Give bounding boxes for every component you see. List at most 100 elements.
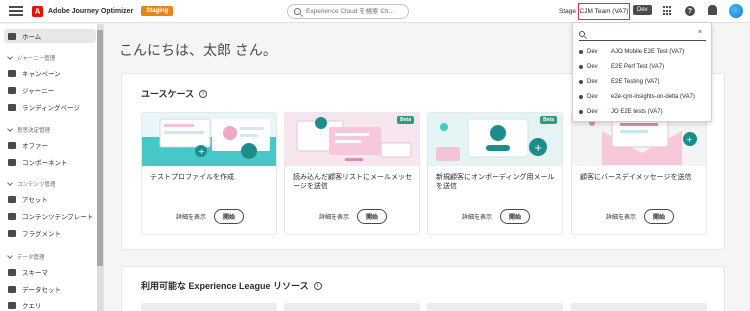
template-icon bbox=[8, 212, 16, 220]
sidebar-item-landing-pages[interactable]: ランディングページ bbox=[4, 100, 96, 114]
menu-icon[interactable] bbox=[9, 6, 23, 16]
avatar[interactable] bbox=[729, 4, 743, 18]
view-details-button[interactable]: 詳細を表示 bbox=[606, 212, 636, 221]
bell-icon[interactable] bbox=[708, 5, 717, 15]
beta-badge: Beta bbox=[540, 116, 557, 124]
resources-panel: 利用可能な Experience League リソース i bbox=[121, 266, 725, 311]
sidebar-item-label: キャンペーン bbox=[22, 71, 61, 78]
app-name[interactable]: Adobe Journey Optimizer bbox=[48, 8, 133, 15]
resource-thumbnail[interactable] bbox=[571, 303, 707, 311]
option-env: Dev bbox=[587, 63, 598, 70]
card-actions: 詳細を表示 開始 bbox=[572, 209, 706, 224]
bullet-icon bbox=[579, 109, 583, 114]
sidebar-item-components[interactable]: コンポーネント bbox=[4, 155, 96, 169]
option-env: Dev bbox=[587, 108, 598, 115]
sidebar-item-schemas[interactable]: スキーマ bbox=[4, 265, 96, 279]
sidebar-item-label: データセット bbox=[22, 287, 61, 294]
start-button[interactable]: 開始 bbox=[357, 209, 388, 224]
sidebar-section-content[interactable]: コンテンツ管理 bbox=[7, 180, 56, 188]
clear-icon[interactable]: × bbox=[698, 29, 702, 36]
query-icon bbox=[8, 301, 16, 309]
sidebar-section-decisioning[interactable]: 意思決定管理 bbox=[7, 126, 50, 134]
org-option[interactable]: Dev e2e-cjm-insights-on-delta (VA7) bbox=[579, 90, 707, 103]
usecase-card[interactable]: + Beta 新規顧客にオンボーディング用メールを送信 詳細を表示 開始 bbox=[427, 112, 563, 235]
help-icon[interactable]: ? bbox=[685, 6, 695, 16]
sidebar-item-home[interactable]: ホーム bbox=[4, 29, 96, 43]
org-option[interactable]: Dev JO E2E tests (VA7) bbox=[579, 105, 707, 118]
usecase-card[interactable]: Beta 読み込んだ顧客リストにメールメッセージを送信 詳細を表示 開始 bbox=[284, 112, 420, 235]
sandbox-badge[interactable]: Dev bbox=[633, 5, 652, 15]
org-option[interactable]: Dev E2E Perf Test (VA7) bbox=[579, 60, 707, 73]
org-search-field[interactable]: × bbox=[579, 28, 706, 41]
usecase-card[interactable]: + テストプロファイルを作成 詳細を表示 開始 bbox=[141, 112, 277, 235]
search-icon bbox=[294, 8, 301, 15]
chevron-down-icon bbox=[7, 253, 13, 259]
apps-grid-icon[interactable] bbox=[663, 6, 673, 16]
bullet-icon bbox=[579, 79, 583, 84]
svg-text:+: + bbox=[198, 147, 205, 156]
org-switcher[interactable]: CJM Team (VA7) bbox=[578, 3, 630, 20]
option-name: E2E Perf Test (VA7) bbox=[611, 63, 665, 70]
start-button[interactable]: 開始 bbox=[500, 209, 531, 224]
panel-title-text: ユースケース bbox=[141, 89, 195, 99]
search-input[interactable] bbox=[306, 8, 406, 15]
scrollbar-thumb[interactable] bbox=[97, 30, 103, 266]
org-option[interactable]: Dev E2E Testing (VA7) bbox=[579, 75, 707, 88]
sidebar-item-fragments[interactable]: フラグメント bbox=[4, 226, 96, 240]
view-details-button[interactable]: 詳細を表示 bbox=[462, 212, 492, 221]
schema-icon bbox=[8, 268, 16, 276]
resource-thumbnail[interactable] bbox=[427, 303, 563, 311]
sidebar-item-datasets[interactable]: データセット bbox=[4, 282, 96, 296]
sidebar-section-journey[interactable]: ジャーニー管理 bbox=[7, 54, 56, 62]
section-label: ジャーニー管理 bbox=[17, 56, 56, 62]
sidebar-item-label: ランディングページ bbox=[22, 105, 80, 112]
sidebar-item-label: クエリ bbox=[22, 303, 42, 310]
card-title: テストプロファイルを作成 bbox=[150, 174, 234, 181]
global-search[interactable] bbox=[287, 4, 409, 19]
chevron-down-icon bbox=[7, 126, 13, 132]
sidebar-scrollbar[interactable] bbox=[97, 24, 103, 311]
sidebar-item-campaigns[interactable]: キャンペーン bbox=[4, 66, 96, 80]
card-illustration: + bbox=[142, 113, 276, 166]
view-details-button[interactable]: 詳細を表示 bbox=[319, 212, 349, 221]
sidebar-item-label: ジャーニー bbox=[22, 88, 55, 95]
sidebar-item-journeys[interactable]: ジャーニー bbox=[4, 83, 96, 97]
sidebar-section-data[interactable]: データ管理 bbox=[7, 253, 45, 261]
bullet-icon bbox=[579, 49, 583, 54]
sidebar-item-label: オファー bbox=[22, 143, 48, 150]
sidebar-item-content-templates[interactable]: コンテンツテンプレート bbox=[4, 209, 96, 223]
option-name: e2e-cjm-insights-on-delta (VA7) bbox=[611, 93, 695, 100]
home-icon bbox=[8, 32, 16, 40]
option-env: Dev bbox=[587, 48, 598, 55]
resource-thumbnail[interactable] bbox=[141, 303, 277, 311]
org-option[interactable]: Dev AJO Mobile E2E Test (VA7) bbox=[579, 45, 707, 58]
card-title: 読み込んだ顧客リストにメールメッセージを送信 bbox=[293, 174, 412, 190]
sidebar-item-offers[interactable]: オファー bbox=[4, 138, 96, 152]
option-name: AJO Mobile E2E Test (VA7) bbox=[611, 48, 685, 55]
card-actions: 詳細を表示 開始 bbox=[428, 209, 562, 224]
start-button[interactable]: 開始 bbox=[214, 209, 245, 224]
info-icon[interactable]: i bbox=[313, 281, 322, 290]
svg-text:+: + bbox=[534, 143, 542, 154]
section-label: データ管理 bbox=[17, 255, 45, 261]
usecase-card[interactable]: + 顧客にバースデイメッセージを送信 詳細を表示 開始 bbox=[571, 112, 707, 235]
start-button[interactable]: 開始 bbox=[644, 209, 675, 224]
search-icon bbox=[579, 31, 585, 37]
sidebar-item-assets[interactable]: アセット bbox=[4, 192, 96, 206]
sidebar-item-queries[interactable]: クエリ bbox=[4, 298, 96, 311]
card-title: 新規顧客にオンボーディング用メールを送信 bbox=[436, 174, 555, 190]
staging-badge: Staging bbox=[141, 6, 174, 16]
fragment-icon bbox=[8, 229, 16, 237]
sidebar-item-label: スキーマ bbox=[22, 270, 48, 277]
svg-text:+: + bbox=[686, 135, 693, 144]
option-env: Dev bbox=[587, 93, 598, 100]
info-icon[interactable]: i bbox=[199, 89, 208, 98]
component-icon bbox=[8, 158, 16, 166]
resource-thumbnail[interactable] bbox=[284, 303, 420, 311]
dataset-icon bbox=[8, 285, 16, 293]
view-details-button[interactable]: 詳細を表示 bbox=[176, 212, 206, 221]
usecases-title: ユースケース i bbox=[141, 87, 208, 100]
asset-icon bbox=[8, 195, 16, 203]
stage-label: Stage bbox=[559, 8, 576, 15]
org-dropdown: × Dev AJO Mobile E2E Test (VA7) Dev E2E Pe… bbox=[572, 22, 712, 122]
